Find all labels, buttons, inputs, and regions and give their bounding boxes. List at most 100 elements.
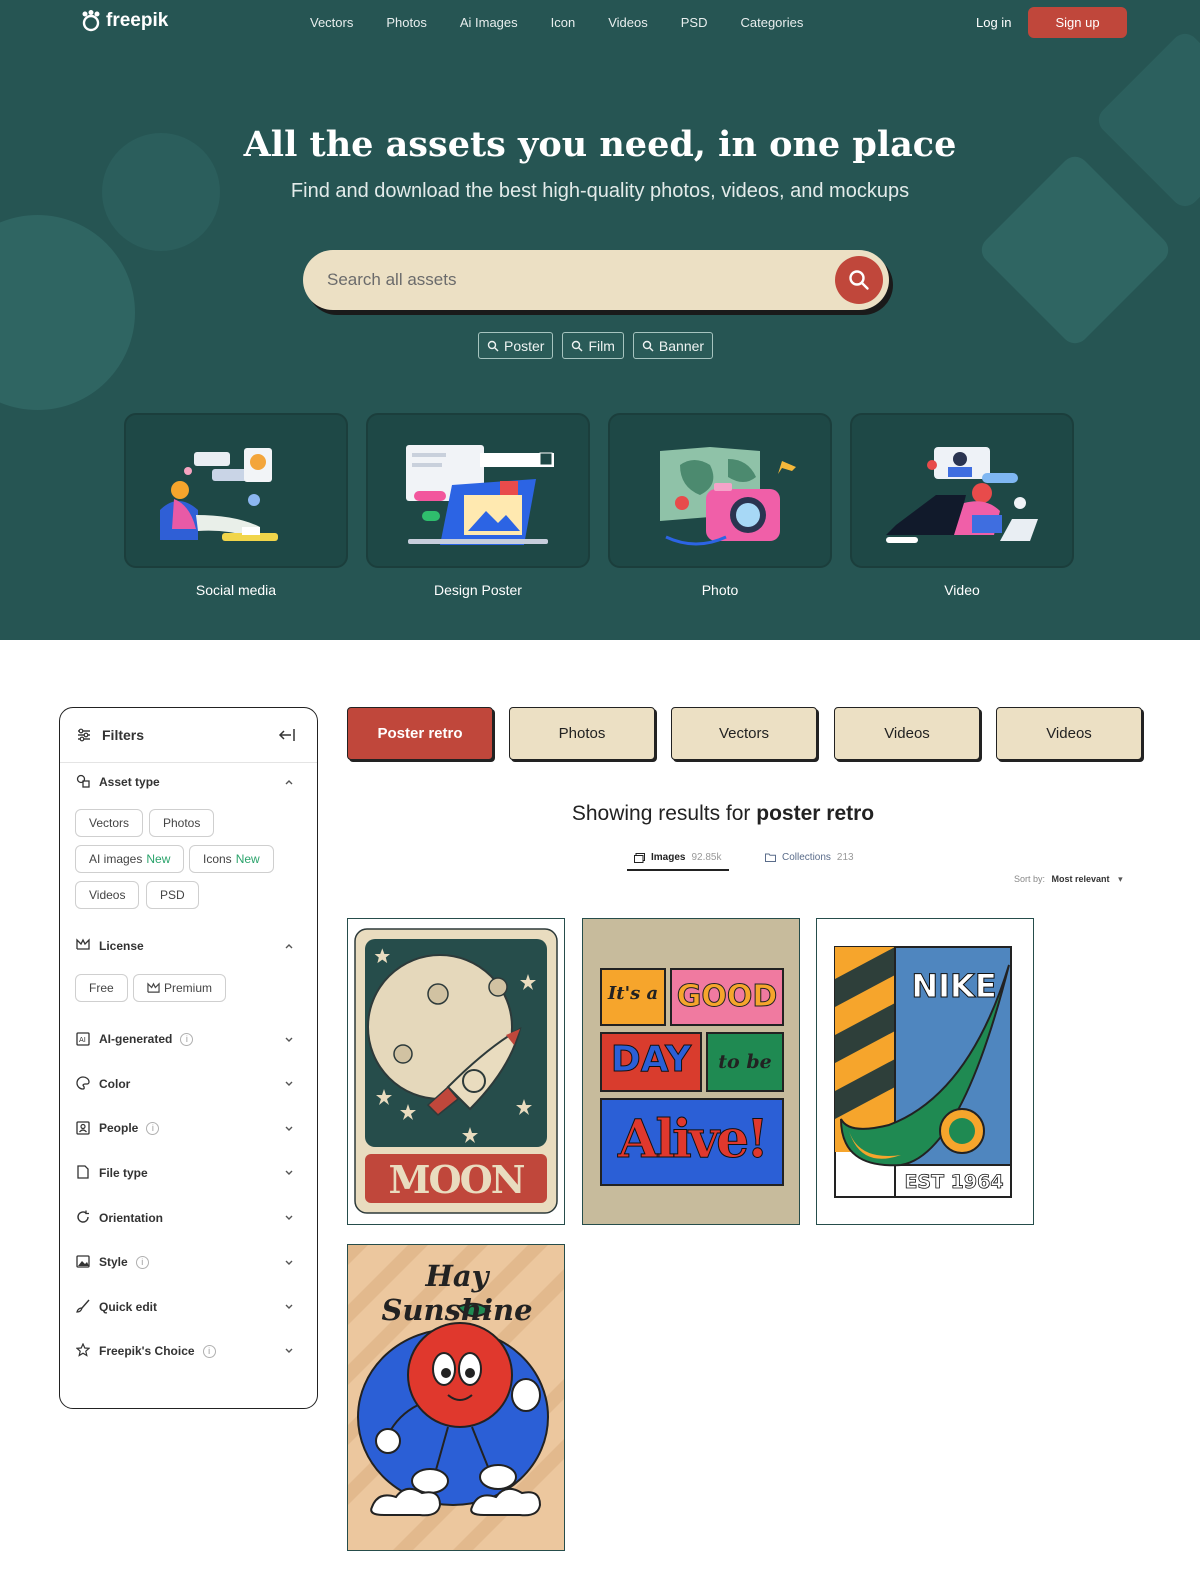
category-cards: Social media Design Poster Photo Video (124, 413, 1074, 598)
filter-pill-psd[interactable]: PSD (146, 881, 199, 909)
brand-name: freepik (106, 10, 169, 31)
section-label: People i (99, 1121, 160, 1136)
info-icon[interactable]: i (180, 1033, 194, 1047)
suggestion-label: Film (588, 337, 615, 354)
suggestion-label: Banner (658, 337, 705, 354)
shapes-icon (76, 774, 90, 788)
tab-videos[interactable]: Videos (834, 707, 980, 760)
info-icon[interactable]: i (202, 1345, 216, 1359)
photo-illustration (608, 413, 832, 568)
section-label: Quick edit (99, 1300, 158, 1314)
section-label: Orientation (99, 1211, 164, 1225)
license-label[interactable]: License (99, 939, 144, 953)
filter-pill-photos[interactable]: Photos (149, 809, 215, 837)
folder-icon (765, 853, 776, 862)
results-tab-collections[interactable]: Collections 213 (765, 852, 854, 863)
chevron-down-icon (285, 1304, 293, 1309)
palette-icon (76, 1076, 90, 1090)
search-icon (642, 340, 654, 351)
sort-label: Sort by: (1014, 874, 1046, 884)
info-icon[interactable]: i (146, 1122, 160, 1136)
image-icon (76, 1255, 90, 1268)
chevron-down-icon (285, 1037, 293, 1042)
chevron-up-icon[interactable] (284, 941, 294, 951)
section-label: Freepik's Choice i (99, 1344, 216, 1359)
info-icon[interactable]: i (135, 1256, 149, 1270)
crown-icon (147, 982, 160, 993)
pill-label: Premium (164, 981, 213, 995)
filters-panel: Filters Asset type Vectors Photos AI ima… (59, 707, 318, 1409)
filters-title: Filters (102, 727, 145, 743)
good-day-text-to-be: to be (718, 1051, 772, 1073)
section-label-text: Freepik's Choice (99, 1344, 195, 1358)
tab-vectors[interactable]: Vectors (671, 707, 817, 760)
video-illustration (850, 413, 1074, 568)
sunshine-poster-text: Hay Sunshine (381, 1259, 533, 1327)
result-thumbnail-nike[interactable]: NIKE EST 1964 (816, 918, 1034, 1225)
filter-pill-icons[interactable]: Icons New (189, 845, 274, 873)
collapse-panel-icon[interactable] (278, 727, 296, 743)
active-tab-underline (627, 869, 729, 871)
nav-link-ai-images[interactable]: Ai Images (460, 15, 518, 30)
freepik-logo[interactable]: freepik (80, 10, 168, 32)
top-nav: freepik Vectors Photos Ai Images Icon Vi… (0, 0, 1200, 46)
tab-photos[interactable]: Photos (509, 707, 655, 760)
search-input[interactable] (327, 268, 807, 292)
decor-circle (0, 215, 135, 410)
good-day-text-alive: Alive! (618, 1109, 770, 1171)
nav-link-photos[interactable]: Photos (386, 15, 426, 30)
nav-link-categories[interactable]: Categories (740, 15, 803, 30)
chevron-up-icon[interactable] (284, 777, 294, 787)
people-icon (76, 1121, 90, 1135)
chevron-down-icon (285, 1215, 293, 1220)
results-tab-images[interactable]: Images 92.85k (634, 852, 722, 863)
filter-pill-videos[interactable]: Videos (75, 881, 140, 909)
suggestion-chip-poster[interactable]: Poster (478, 332, 554, 359)
filter-pill-vectors[interactable]: Vectors (75, 809, 144, 837)
filter-pill-free[interactable]: Free (75, 974, 128, 1002)
nav-link-videos[interactable]: Videos (608, 15, 648, 30)
search-suggestions: Poster Film Banner (478, 332, 714, 359)
nav-link-vectors[interactable]: Vectors (310, 15, 353, 30)
tab-poster-retro[interactable]: Poster retro (347, 707, 493, 760)
suggestion-chip-banner[interactable]: Banner (632, 332, 714, 359)
section-label-text: AI-generated (99, 1032, 173, 1046)
signup-button[interactable]: Sign up (1028, 7, 1127, 38)
images-icon (634, 852, 645, 863)
category-card-design-poster[interactable]: Design Poster (366, 413, 590, 598)
filter-pill-ai-images[interactable]: AI images New (75, 845, 185, 873)
section-label: AI-generated i (99, 1032, 194, 1047)
images-count: 92.85k (691, 852, 722, 863)
result-thumbnail-sunshine[interactable]: Hay Sunshine (347, 1244, 565, 1551)
filters-header: Filters (60, 708, 317, 763)
moon-poster-text: MOON (388, 1157, 525, 1202)
section-label-text: Style (99, 1255, 128, 1269)
suggestion-chip-film[interactable]: Film (562, 332, 624, 359)
sort-value: Most relevant (1051, 874, 1110, 884)
tab-videos-2[interactable]: Videos (996, 707, 1142, 760)
section-label: Color (99, 1077, 131, 1091)
login-link[interactable]: Log in (976, 15, 1011, 30)
caret-down-icon: ▾ (1118, 874, 1123, 884)
result-thumbnail-good-day[interactable]: It's a GOOD DAY to be Alive! (582, 918, 800, 1225)
category-card-social-media[interactable]: Social media (124, 413, 348, 598)
new-badge: New (146, 852, 171, 866)
asset-type-label[interactable]: Asset type (99, 775, 160, 789)
hero-section: freepik Vectors Photos Ai Images Icon Vi… (0, 0, 1200, 640)
sort-dropdown[interactable]: Sort by: Most relevant ▾ (1014, 874, 1123, 885)
category-card-video[interactable]: Video (850, 413, 1074, 598)
nav-link-psd[interactable]: PSD (681, 15, 708, 30)
ai-icon: AI (76, 1032, 90, 1046)
pill-label: AI images (89, 852, 143, 866)
results-prefix: Showing results for (571, 802, 751, 825)
nav-link-icon[interactable]: Icon (551, 15, 576, 30)
filter-pill-premium[interactable]: Premium (133, 974, 227, 1002)
brush-icon (76, 1299, 90, 1313)
category-label: Social media (195, 582, 277, 598)
result-thumbnail-moon[interactable]: MOON (347, 918, 565, 1225)
category-card-photo[interactable]: Photo (608, 413, 832, 598)
design-poster-illustration (366, 413, 590, 568)
nike-poster-text: NIKE (911, 967, 997, 1006)
chevron-down-icon (285, 1170, 293, 1175)
search-button[interactable] (835, 256, 883, 304)
